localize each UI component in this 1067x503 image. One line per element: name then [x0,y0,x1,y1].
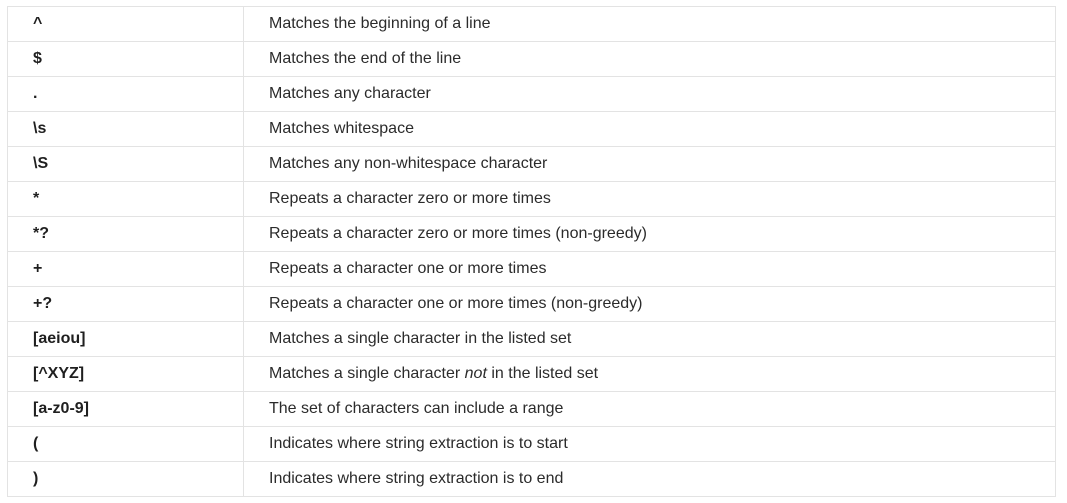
description-cell: Matches the beginning of a line [243,6,1056,42]
table-row: [^XYZ] Matches a single character not in… [7,356,1056,392]
table-row: ^ Matches the beginning of a line [7,6,1056,42]
pattern-cell: ) [7,461,244,497]
table-row: \s Matches whitespace [7,111,1056,147]
pattern-cell: ( [7,426,244,462]
table-row: * Repeats a character zero or more times [7,181,1056,217]
description-cell: Matches a single character in the listed… [243,321,1056,357]
table-row: . Matches any character [7,76,1056,112]
table-row: ( Indicates where string extraction is t… [7,426,1056,462]
pattern-cell: *? [7,216,244,252]
description-cell: Matches a single character not in the li… [243,356,1056,392]
pattern-cell: [aeiou] [7,321,244,357]
description-cell: Repeats a character zero or more times [243,181,1056,217]
regex-table-body: ^ Matches the beginning of a line $ Matc… [7,6,1056,497]
table-row: ) Indicates where string extraction is t… [7,461,1056,497]
regex-reference-table: ^ Matches the beginning of a line $ Matc… [7,6,1056,497]
description-text: in the listed set [486,365,599,382]
description-cell: Matches any non-whitespace character [243,146,1056,182]
pattern-cell: + [7,251,244,287]
table-row: $ Matches the end of the line [7,41,1056,77]
table-row: +? Repeats a character one or more times… [7,286,1056,322]
table-row: [aeiou] Matches a single character in th… [7,321,1056,357]
description-cell: Indicates where string extraction is to … [243,426,1056,462]
table-row: [a-z0-9] The set of characters can inclu… [7,391,1056,427]
pattern-cell: [a-z0-9] [7,391,244,427]
description-cell: Repeats a character zero or more times (… [243,216,1056,252]
description-emphasis: not [464,365,487,382]
description-cell: Matches the end of the line [243,41,1056,77]
description-cell: The set of characters can include a rang… [243,391,1056,427]
pattern-cell: * [7,181,244,217]
table-row: *? Repeats a character zero or more time… [7,216,1056,252]
description-cell: Repeats a character one or more times (n… [243,286,1056,322]
table-row: \S Matches any non-whitespace character [7,146,1056,182]
pattern-cell: \s [7,111,244,147]
description-cell: Matches any character [243,76,1056,112]
description-cell: Indicates where string extraction is to … [243,461,1056,497]
pattern-cell: $ [7,41,244,77]
table-row: + Repeats a character one or more times [7,251,1056,287]
pattern-cell: ^ [7,6,244,42]
description-cell: Repeats a character one or more times [243,251,1056,287]
description-cell: Matches whitespace [243,111,1056,147]
description-text: Matches a single character [269,365,465,382]
pattern-cell: . [7,76,244,112]
pattern-cell: [^XYZ] [7,356,244,392]
pattern-cell: +? [7,286,244,322]
pattern-cell: \S [7,146,244,182]
